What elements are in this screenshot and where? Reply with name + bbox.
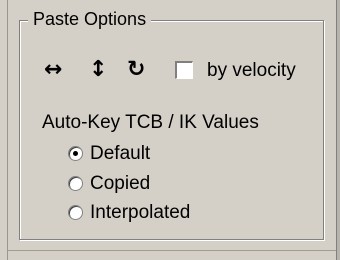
vertical-arrows-icon[interactable]: ↕ — [89, 56, 107, 84]
interpolated-radio-label[interactable]: Interpolated — [90, 201, 190, 225]
copied-radio-label[interactable]: Copied — [90, 172, 150, 196]
group-title: Paste Options — [28, 8, 152, 30]
auto-key-label: Auto-Key TCB / IK Values — [42, 112, 259, 133]
copied-radio[interactable] — [68, 176, 83, 191]
default-radio-label[interactable]: Default — [90, 142, 150, 166]
default-radio[interactable] — [68, 146, 83, 161]
by-velocity-checkbox[interactable] — [175, 61, 193, 79]
rotate-icon[interactable]: ↻ — [127, 56, 145, 84]
radio-selected-dot — [73, 151, 78, 156]
panel-left-edge — [0, 0, 8, 260]
panel-divider — [7, 250, 336, 251]
interpolated-radio[interactable] — [68, 205, 83, 220]
by-velocity-label: by velocity — [207, 60, 296, 81]
horizontal-arrows-icon[interactable]: ↔ — [44, 56, 62, 84]
panel-scrollbar-edge[interactable] — [336, 0, 340, 260]
